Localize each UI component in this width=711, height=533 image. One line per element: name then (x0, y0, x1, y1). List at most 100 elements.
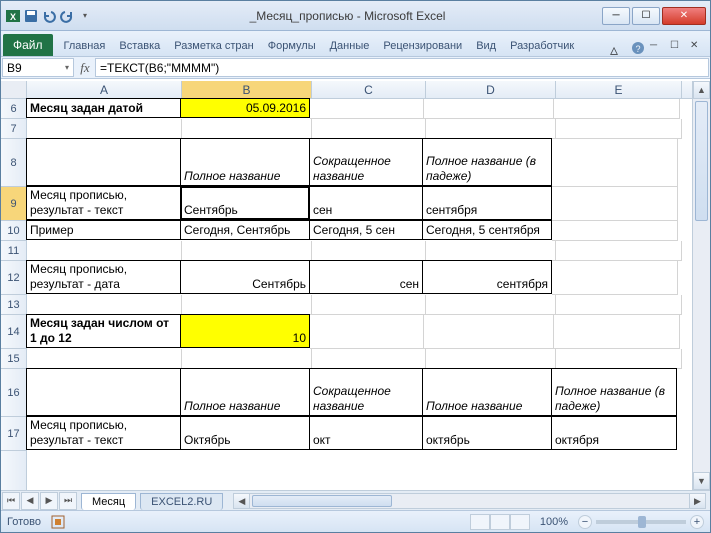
cell-C11[interactable] (312, 241, 426, 261)
cell-A15[interactable] (27, 349, 182, 369)
minimize-ribbon-icon[interactable]: ▵ (610, 40, 626, 56)
zoom-slider[interactable]: − + (578, 515, 704, 529)
horizontal-scrollbar[interactable]: ◀ ▶ (233, 493, 706, 509)
row-header-8[interactable]: 8 (1, 139, 26, 187)
fx-icon[interactable]: fx (75, 60, 95, 76)
cell-A10[interactable]: Пример (26, 220, 181, 240)
vertical-scrollbar[interactable]: ▲ ▼ (692, 81, 710, 490)
wb-minimize-icon[interactable]: ─ (650, 40, 666, 56)
tab-data[interactable]: Данные (323, 36, 377, 56)
cell-B14[interactable]: 10 (180, 314, 310, 348)
cell-C9[interactable]: сен (309, 186, 423, 220)
row-header-6[interactable]: 6 (1, 99, 26, 119)
row-header-10[interactable]: 10 (1, 221, 26, 241)
zoom-knob[interactable] (638, 516, 646, 528)
cell-D14[interactable] (424, 315, 554, 349)
cell-E16[interactable]: Полное название (в падеже) (551, 368, 677, 416)
col-header-A[interactable]: A (27, 81, 182, 98)
redo-icon[interactable] (59, 8, 75, 24)
help-icon[interactable]: ? (630, 40, 646, 56)
wb-restore-icon[interactable]: ☐ (670, 40, 686, 56)
col-header-C[interactable]: C (312, 81, 426, 98)
view-page-layout[interactable] (490, 514, 510, 530)
tab-view[interactable]: Вид (469, 36, 503, 56)
cell-A14[interactable]: Месяц задан числом от 1 до 12 (26, 314, 181, 348)
row-header-15[interactable]: 15 (1, 349, 26, 369)
cell-D6[interactable] (424, 99, 554, 119)
row-header-12[interactable]: 12 (1, 261, 26, 295)
cell-C10[interactable]: Сегодня, 5 сен (309, 220, 423, 240)
tab-nav-prev[interactable]: ◀ (21, 492, 39, 510)
cell-B16[interactable]: Полное название (180, 368, 310, 416)
cell-A13[interactable] (27, 295, 182, 315)
row-header-11[interactable]: 11 (1, 241, 26, 261)
scroll-down-button[interactable]: ▼ (693, 472, 710, 490)
tab-review[interactable]: Рецензировани (376, 36, 469, 56)
view-normal[interactable] (470, 514, 490, 530)
cell-C17[interactable]: окт (309, 416, 423, 450)
cell-D11[interactable] (426, 241, 556, 261)
cell-A17[interactable]: Месяц прописью, результат - текст (26, 416, 181, 450)
cell-E9[interactable] (552, 187, 678, 221)
cell-E11[interactable] (556, 241, 682, 261)
file-tab[interactable]: Файл (3, 34, 53, 56)
cell-B11[interactable] (182, 241, 312, 261)
cell-D13[interactable] (426, 295, 556, 315)
cell-B6[interactable]: 05.09.2016 (180, 98, 310, 118)
sheet-tab-active[interactable]: Месяц (81, 493, 136, 510)
row-header-9[interactable]: 9 (1, 187, 26, 221)
tab-insert[interactable]: Вставка (112, 36, 167, 56)
row-header-14[interactable]: 14 (1, 315, 26, 349)
undo-icon[interactable] (41, 8, 57, 24)
zoom-out-button[interactable]: − (578, 515, 592, 529)
cell-B7[interactable] (182, 119, 312, 139)
cell-E14[interactable] (554, 315, 680, 349)
row-header-7[interactable]: 7 (1, 119, 26, 139)
minimize-button[interactable]: ─ (602, 7, 630, 25)
cell-B12[interactable]: Сентябрь (180, 260, 310, 294)
cell-D8[interactable]: Полное название (в падеже) (422, 138, 552, 186)
cell-C14[interactable] (310, 315, 424, 349)
cell-B17[interactable]: Октябрь (180, 416, 310, 450)
hscroll-right-button[interactable]: ▶ (689, 494, 705, 508)
hscroll-left-button[interactable]: ◀ (234, 494, 250, 508)
maximize-button[interactable]: ☐ (632, 7, 660, 25)
zoom-in-button[interactable]: + (690, 515, 704, 529)
cell-D7[interactable] (426, 119, 556, 139)
worksheet-grid[interactable]: ABCDE 67891011121314151617 Месяц задан д… (1, 81, 692, 490)
row-header-16[interactable]: 16 (1, 369, 26, 417)
formula-input[interactable]: =ТЕКСТ(B6;"ММММ") (95, 58, 709, 77)
cells-area[interactable]: Месяц задан датой05.09.2016Полное назван… (27, 99, 692, 490)
wb-close-icon[interactable]: ✕ (690, 40, 706, 56)
name-box-dropdown-icon[interactable]: ▾ (65, 63, 69, 72)
cell-D9[interactable]: сентября (422, 186, 552, 220)
close-button[interactable]: ✕ (662, 7, 706, 25)
cell-E12[interactable] (552, 261, 678, 295)
cell-E10[interactable] (552, 221, 678, 241)
zoom-track[interactable] (596, 520, 686, 524)
cell-A12[interactable]: Месяц прописью, результат - дата (26, 260, 181, 294)
cell-E6[interactable] (554, 99, 680, 119)
col-header-B[interactable]: B (182, 81, 312, 98)
cell-D10[interactable]: Сегодня, 5 сентября (422, 220, 552, 240)
cell-C8[interactable]: Сокращенное название (309, 138, 423, 186)
cell-E15[interactable] (556, 349, 682, 369)
tab-nav-last[interactable]: ⏭ (59, 492, 77, 510)
cell-E13[interactable] (556, 295, 682, 315)
hscroll-thumb[interactable] (252, 495, 392, 507)
cell-E8[interactable] (552, 139, 678, 187)
cell-D12[interactable]: сентября (422, 260, 552, 294)
tab-nav-next[interactable]: ▶ (40, 492, 58, 510)
cell-C16[interactable]: Сокращенное название (309, 368, 423, 416)
col-header-D[interactable]: D (426, 81, 556, 98)
cell-B9[interactable]: Сентябрь (180, 186, 310, 220)
cell-D16[interactable]: Полное название (422, 368, 552, 416)
tab-page-layout[interactable]: Разметка стран (167, 36, 260, 56)
cell-A9[interactable]: Месяц прописью, результат - текст (26, 186, 181, 220)
tab-developer[interactable]: Разработчик (503, 36, 581, 56)
cell-B13[interactable] (182, 295, 312, 315)
cell-C15[interactable] (312, 349, 426, 369)
cell-A8[interactable] (26, 138, 181, 186)
cell-B10[interactable]: Сегодня, Сентябрь (180, 220, 310, 240)
cell-A11[interactable] (27, 241, 182, 261)
